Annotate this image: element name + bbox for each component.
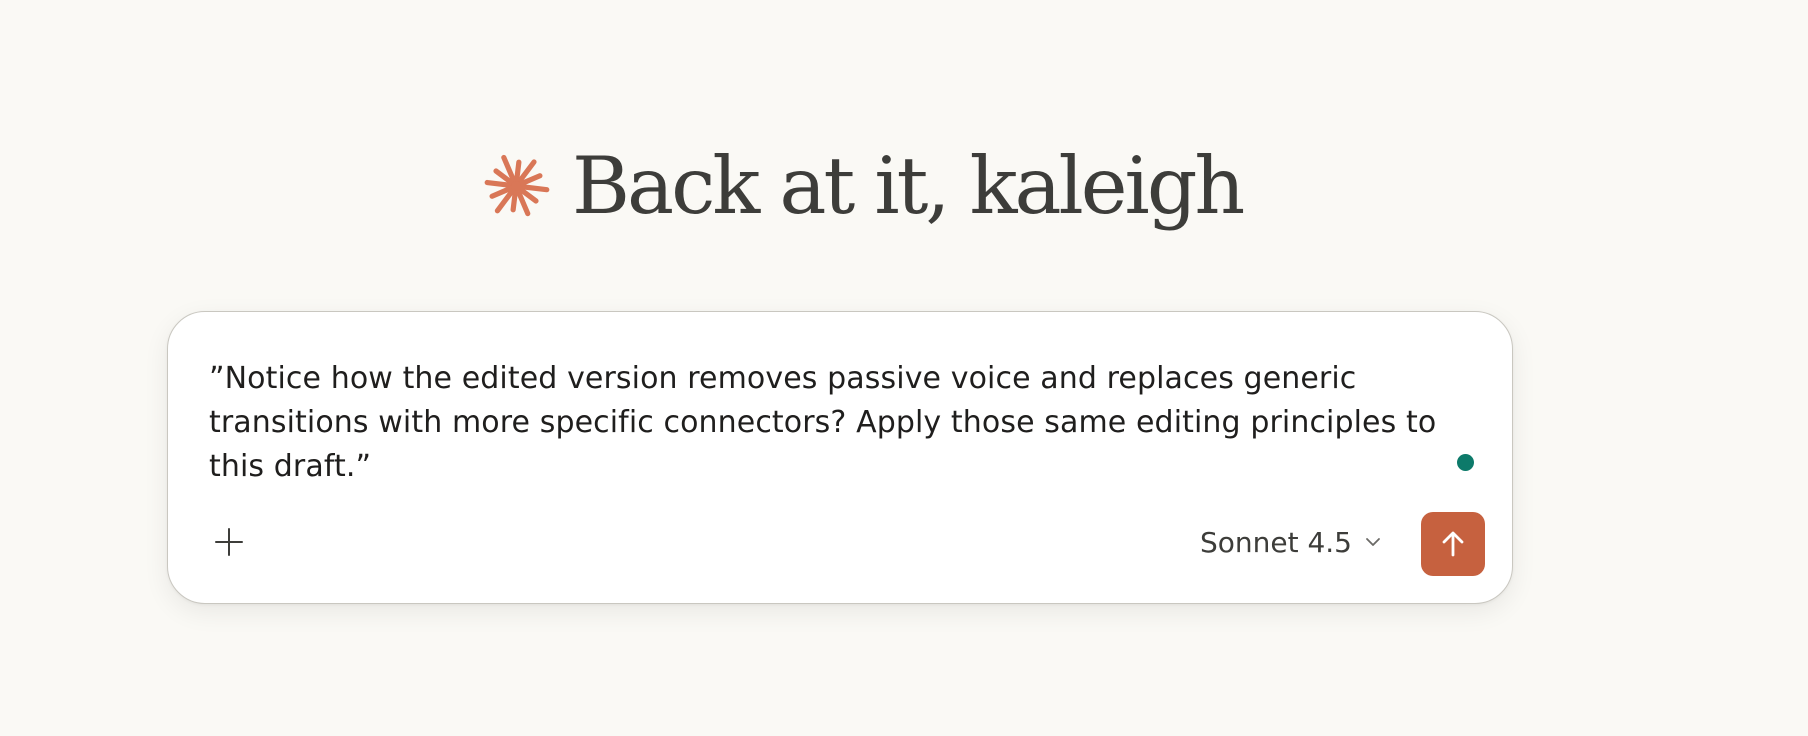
- arrow-up-icon: [1442, 531, 1464, 557]
- add-attachment-button[interactable]: [204, 517, 254, 567]
- status-indicator-dot: [1457, 454, 1474, 471]
- plus-icon: [215, 528, 243, 556]
- chevron-down-icon: [1366, 538, 1380, 546]
- greeting-header: Back at it, kaleigh: [482, 136, 1245, 236]
- prompt-composer: ”Notice how the edited version removes p…: [167, 311, 1513, 604]
- spark-logo-icon: [484, 154, 550, 217]
- model-selector-label: Sonnet 4.5: [1199, 525, 1352, 559]
- greeting-title: Back at it, kaleigh: [572, 139, 1245, 232]
- model-selector-dropdown[interactable]: Sonnet 4.5: [1200, 517, 1382, 567]
- send-button[interactable]: [1421, 512, 1485, 576]
- prompt-input[interactable]: ”Notice how the edited version removes p…: [209, 357, 1439, 489]
- spark-center: [511, 181, 521, 191]
